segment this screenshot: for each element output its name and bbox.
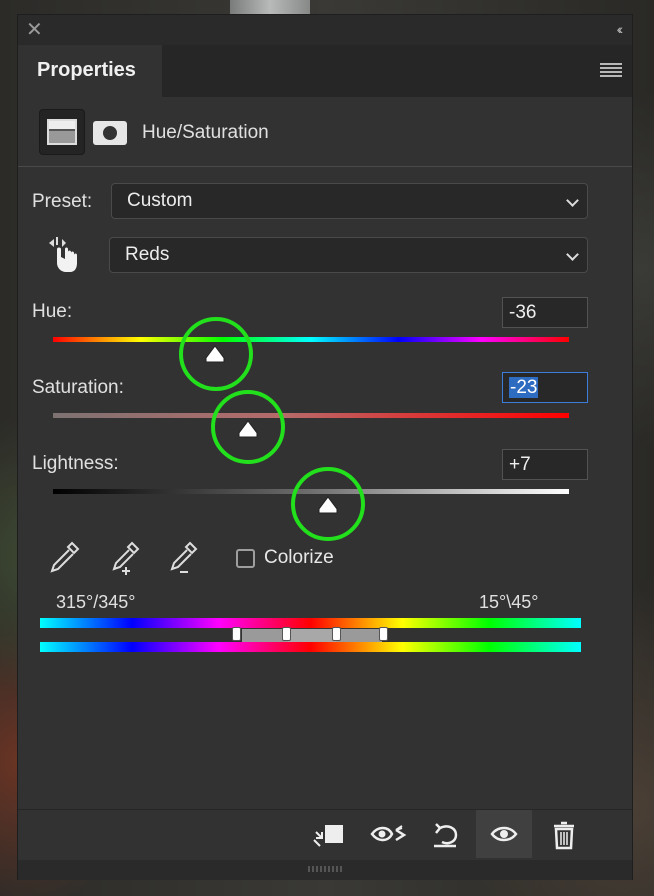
panel-footer [18, 809, 632, 859]
eyedropper-add-icon[interactable] [106, 539, 142, 575]
range-left-label: 315°/345° [56, 592, 136, 612]
highlight-circle-saturation [211, 390, 285, 464]
panel-titlebar: ✕ ‹‹ [18, 15, 632, 45]
range-handle-inner-right[interactable] [332, 627, 341, 641]
tab-row: Properties [18, 45, 632, 97]
eyedropper-icon[interactable] [46, 539, 82, 575]
clip-to-layer-icon[interactable] [310, 818, 350, 852]
range-handle-inner-left[interactable] [282, 627, 291, 641]
lightness-input[interactable]: +7 [502, 449, 588, 480]
properties-panel: ✕ ‹‹ Properties Hue/Saturation Preset: C… [17, 14, 633, 880]
targeted-adjustment-hand-icon[interactable] [45, 235, 81, 275]
output-color-spectrum [40, 642, 581, 652]
resize-grip-icon[interactable] [308, 866, 344, 872]
chevron-down-icon [566, 248, 579, 261]
adjustment-title: Hue/Saturation [142, 122, 269, 143]
tab-properties[interactable]: Properties [18, 45, 162, 97]
panel-resize-strip[interactable] [18, 860, 632, 880]
visibility-toggle-button[interactable] [476, 810, 532, 858]
panel-menu-icon[interactable] [600, 63, 622, 77]
lightness-label: Lightness: [32, 453, 119, 474]
hue-label: Hue: [32, 301, 73, 322]
saturation-input[interactable]: -23 [502, 372, 588, 403]
highlight-circle-hue [179, 317, 253, 391]
range-handle-outer-right[interactable] [379, 627, 388, 641]
adjustment-header: Hue/Saturation [18, 97, 632, 167]
channel-value: Reds [125, 244, 170, 265]
trash-icon[interactable] [544, 818, 584, 852]
chevron-down-icon [566, 194, 579, 207]
highlight-circle-lightness [291, 467, 365, 541]
channel-select[interactable]: Reds [109, 237, 588, 273]
hue-slider-track[interactable] [53, 337, 569, 342]
reset-icon[interactable] [426, 818, 466, 852]
visibility-eye-icon [490, 826, 518, 842]
saturation-slider-track[interactable] [53, 413, 569, 418]
close-icon[interactable]: ✕ [26, 20, 43, 40]
saturation-value: -23 [509, 377, 539, 398]
hue-input[interactable]: -36 [502, 297, 588, 328]
double-chevron-left-icon[interactable]: ‹‹ [617, 21, 624, 37]
layer-mask-icon[interactable] [93, 121, 127, 145]
preset-value: Custom [127, 190, 193, 211]
eyedropper-subtract-icon[interactable] [164, 539, 200, 575]
view-previous-state-icon[interactable] [368, 818, 408, 852]
color-range-bar[interactable] [288, 629, 336, 643]
hue-saturation-icon[interactable] [39, 109, 85, 155]
input-color-spectrum [40, 618, 581, 628]
range-handle-outer-left[interactable] [232, 627, 241, 641]
colorize-label: Colorize [264, 547, 334, 568]
preset-select[interactable]: Custom [111, 183, 588, 219]
range-right-label: 15°\45° [479, 592, 539, 612]
colorize-checkbox[interactable] [236, 549, 255, 568]
saturation-label: Saturation: [32, 377, 124, 398]
preset-label: Preset: [32, 191, 93, 212]
